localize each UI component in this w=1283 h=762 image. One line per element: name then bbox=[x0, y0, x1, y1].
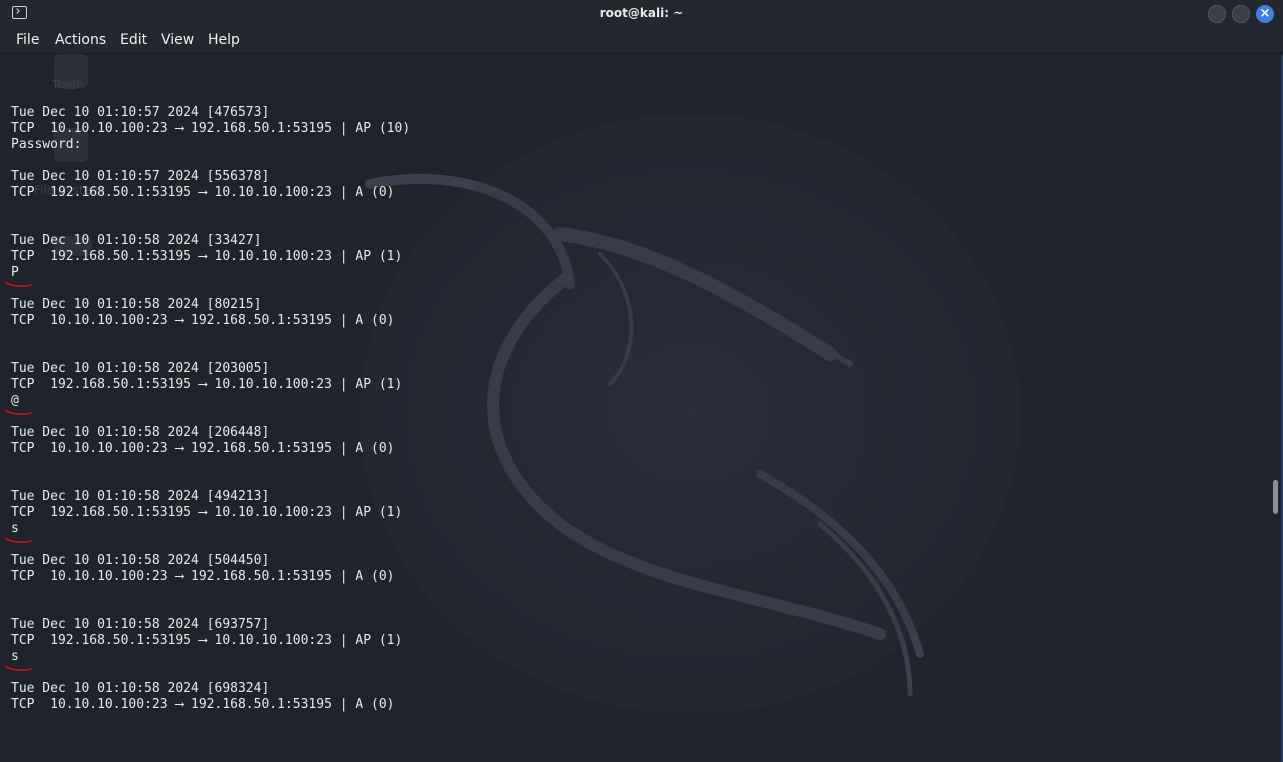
close-icon: × bbox=[1259, 6, 1271, 21]
terminal-line: TCP 10.10.10.100:23 ⟶ 192.168.50.1:53195… bbox=[11, 441, 395, 456]
terminal-line: Tue Dec 10 01:10:57 2024 [476573] bbox=[11, 105, 270, 120]
terminal-line: Tue Dec 10 01:10:58 2024 [206448] bbox=[11, 425, 270, 440]
terminal-line: TCP 192.168.50.1:53195 ⟶ 10.10.10.100:23… bbox=[11, 185, 395, 200]
minimize-button[interactable] bbox=[1208, 5, 1226, 23]
scrollbar-thumb[interactable] bbox=[1273, 480, 1278, 514]
terminal-line: TCP 192.168.50.1:53195 ⟶ 10.10.10.100:23… bbox=[11, 505, 403, 520]
terminal-line: TCP 192.168.50.1:53195 ⟶ 10.10.10.100:23… bbox=[11, 249, 403, 264]
menu-help[interactable]: Help bbox=[208, 32, 240, 48]
terminal-line: TCP 10.10.10.100:23 ⟶ 192.168.50.1:53195… bbox=[11, 569, 395, 584]
terminal-line: TCP 10.10.10.100:23 ⟶ 192.168.50.1:53195… bbox=[11, 121, 411, 136]
terminal-line: Tue Dec 10 01:10:58 2024 [494213] bbox=[11, 489, 270, 504]
shadow-glow bbox=[360, 114, 1020, 714]
terminal-line: Tue Dec 10 01:10:58 2024 [33427] bbox=[11, 233, 262, 248]
menu-edit[interactable]: Edit bbox=[120, 32, 147, 48]
terminal-line: s bbox=[11, 521, 19, 536]
terminal-line: TCP 10.10.10.100:23 ⟶ 192.168.50.1:53195… bbox=[11, 697, 395, 712]
close-button[interactable]: × bbox=[1256, 5, 1274, 23]
terminal-line: Tue Dec 10 01:10:58 2024 [693757] bbox=[11, 617, 270, 632]
terminal-line: Tue Dec 10 01:10:58 2024 [504450] bbox=[11, 553, 270, 568]
terminal-line: Password: bbox=[11, 137, 82, 152]
menu-view[interactable]: View bbox=[161, 32, 194, 48]
terminal-line: TCP 10.10.10.100:23 ⟶ 192.168.50.1:53195… bbox=[11, 313, 395, 328]
terminal-line: P bbox=[11, 265, 19, 280]
terminal-line: TCP 192.168.50.1:53195 ⟶ 10.10.10.100:23… bbox=[11, 377, 403, 392]
terminal-line: TCP 192.168.50.1:53195 ⟶ 10.10.10.100:23… bbox=[11, 633, 403, 648]
terminal-line: Tue Dec 10 01:10:58 2024 [203005] bbox=[11, 361, 270, 376]
terminal-lines: Tue Dec 10 01:10:57 2024 [476573] TCP 10.… bbox=[11, 89, 410, 762]
terminal-line: @ bbox=[11, 393, 19, 408]
terminal-line: Tue Dec 10 01:10:57 2024 [556378] bbox=[11, 169, 270, 184]
maximize-button[interactable] bbox=[1232, 5, 1250, 23]
menu-actions[interactable]: Actions bbox=[55, 32, 106, 48]
terminal-output[interactable]: Trash File System Tue Dec 10 01:10:57 20… bbox=[0, 54, 1270, 762]
window-title: root@kali: ~ bbox=[599, 6, 684, 20]
menu-bar: File Actions Edit View Help bbox=[0, 28, 1283, 54]
title-bar: root@kali: ~ × bbox=[0, 0, 1283, 28]
terminal-line: Tue Dec 10 01:10:58 2024 [80215] bbox=[11, 297, 262, 312]
menu-file[interactable]: File bbox=[16, 32, 39, 48]
terminal-line: s bbox=[11, 649, 19, 664]
terminal-line: Tue Dec 10 01:10:58 2024 [698324] bbox=[11, 681, 270, 696]
